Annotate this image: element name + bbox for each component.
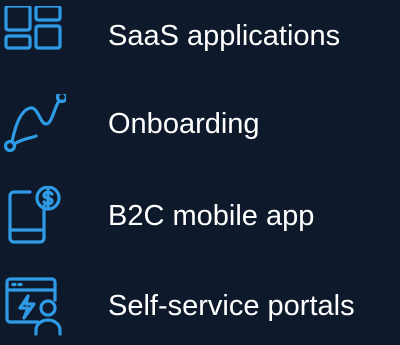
list-item-self-service-portals: Self-service portals <box>0 276 400 336</box>
list-item-label: Onboarding <box>108 108 260 140</box>
feature-list: SaaS applications Onboarding B2C mobile … <box>0 0 400 345</box>
list-item-label: SaaS applications <box>108 20 341 52</box>
list-item-onboarding: Onboarding <box>0 94 400 154</box>
list-item-label: B2C mobile app <box>108 200 315 232</box>
grid-dashboard-icon <box>4 6 66 66</box>
list-item-saas-applications: SaaS applications <box>0 6 400 66</box>
list-item-b2c-mobile-app: B2C mobile app <box>0 186 400 246</box>
portal-user-icon <box>4 276 66 336</box>
mobile-payment-icon <box>4 186 66 246</box>
list-item-label: Self-service portals <box>108 290 355 322</box>
path-journey-icon <box>4 94 66 154</box>
